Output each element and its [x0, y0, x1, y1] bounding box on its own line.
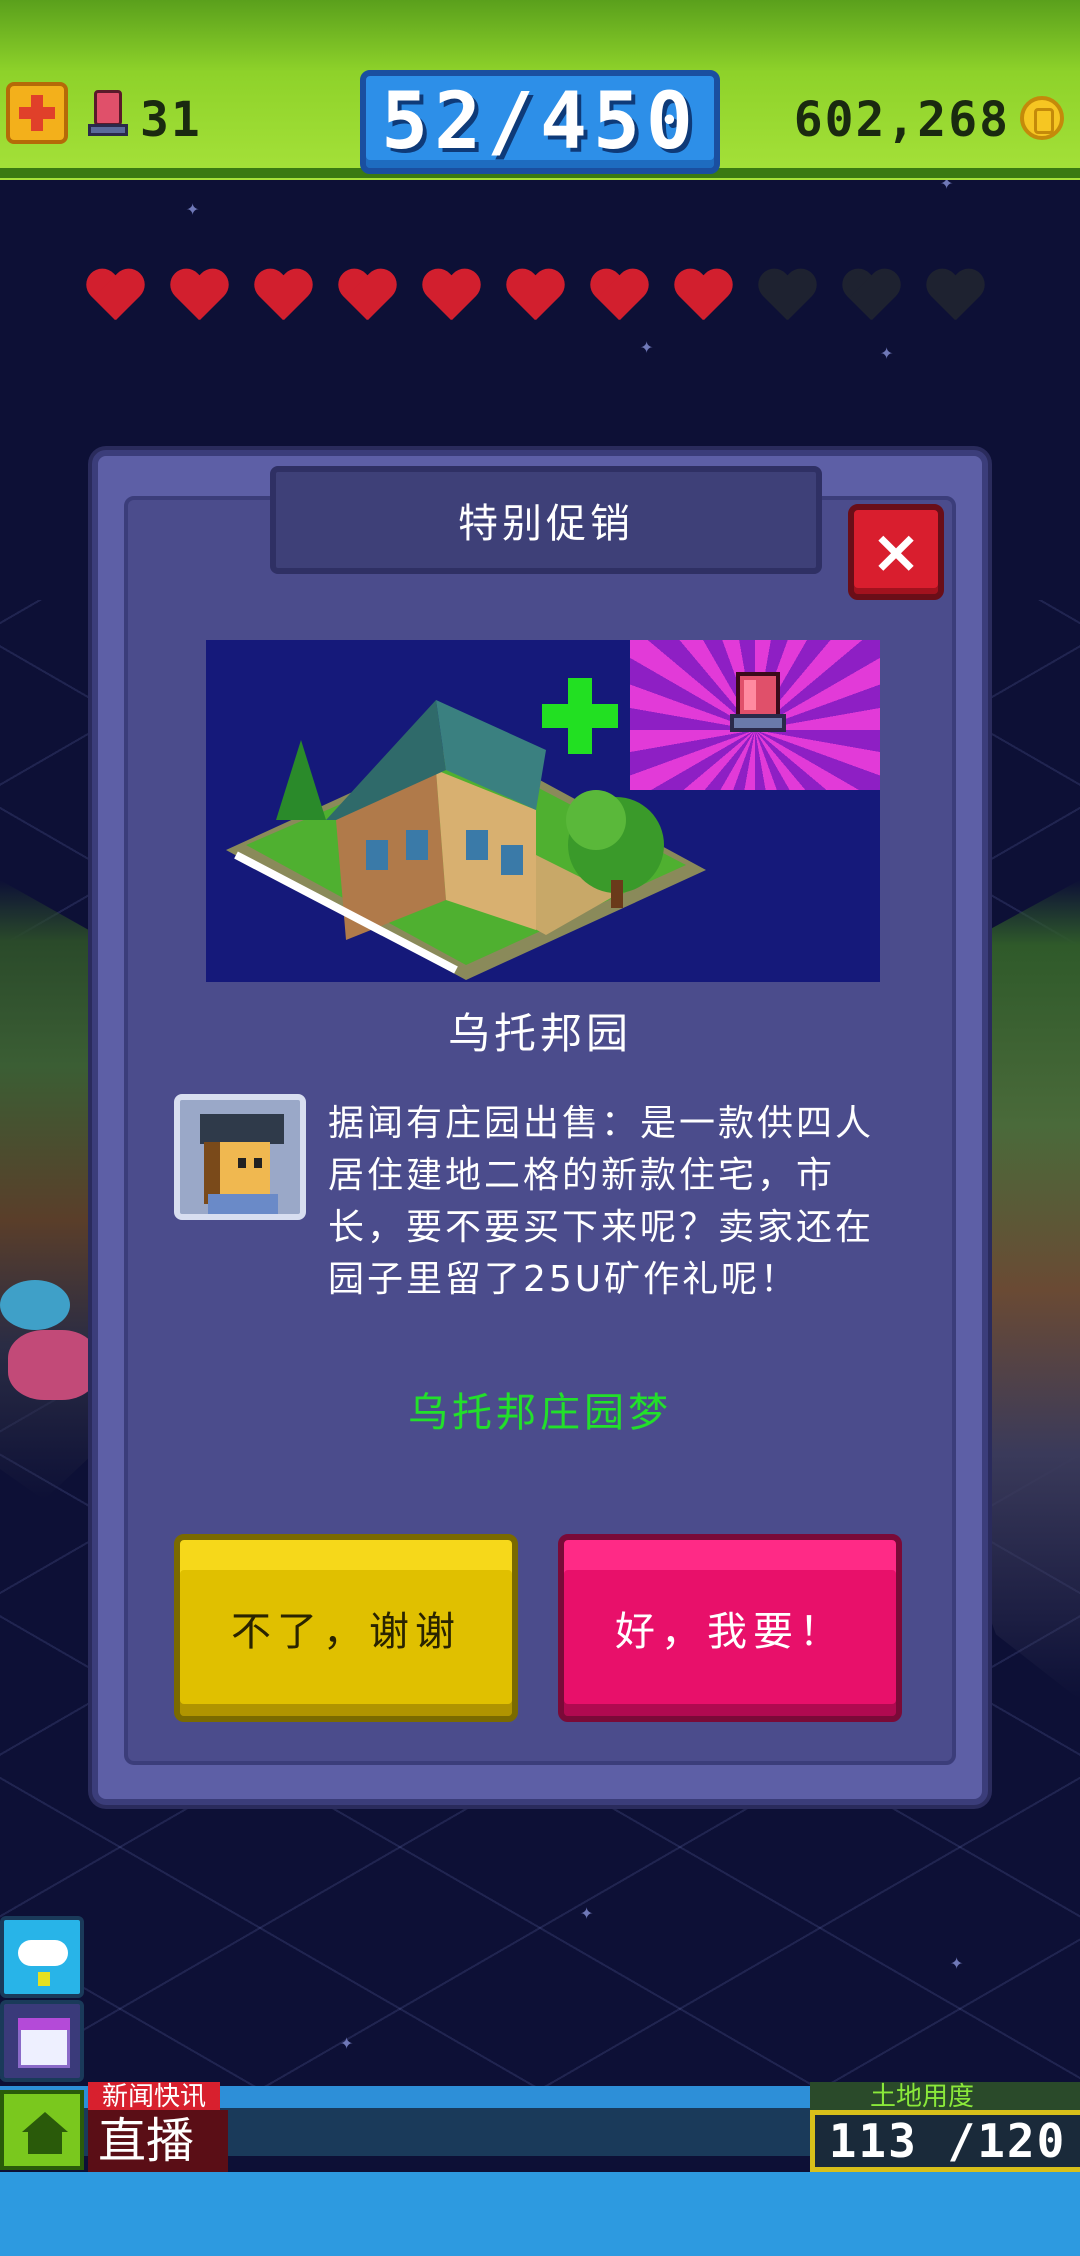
promo-image — [206, 640, 880, 982]
calendar-button[interactable] — [0, 2000, 84, 2082]
seller-avatar — [174, 1094, 306, 1220]
star-decoration: ✦ — [880, 340, 894, 365]
happiness-hearts — [84, 270, 986, 328]
coin-icon — [1020, 96, 1064, 140]
live-news-ticker[interactable]: 直播 — [88, 2110, 228, 2172]
bux-icon — [730, 672, 786, 732]
heart-icon — [588, 270, 650, 328]
star-decoration: ✦ — [580, 1900, 594, 1925]
bux-reward-image — [630, 640, 880, 790]
footer-bar — [0, 2172, 1080, 2256]
decline-button[interactable]: 不了，谢谢 — [174, 1534, 518, 1722]
home-icon — [22, 2112, 68, 2154]
close-button[interactable]: × — [848, 504, 944, 600]
heart-icon — [672, 270, 734, 328]
heart-icon — [168, 270, 230, 328]
heart-icon — [252, 270, 314, 328]
plus-icon — [19, 95, 55, 131]
heart-icon — [840, 270, 902, 328]
item-name: 乌托邦园 — [447, 1009, 632, 1058]
star-decoration: ✦ — [340, 2030, 354, 2055]
cloud-icon — [18, 1940, 68, 1966]
population-counter[interactable]: 52/450 — [360, 70, 720, 174]
bux-icon — [88, 90, 128, 140]
offer-name: 乌托邦庄园梦 — [408, 1390, 672, 1436]
star-decoration: ✦ — [950, 1950, 964, 1975]
pool-decoration — [0, 1280, 70, 1330]
heart-icon — [504, 270, 566, 328]
dialog-title: 特别促销 — [458, 501, 634, 547]
offer-description: 据闻有庄园出售：是一款供四人居住建地二格的新款住宅，市长，要不要买下来呢？卖家还… — [328, 1103, 875, 1300]
buy-currency-button[interactable] — [6, 82, 68, 144]
population-text: 52/450 — [381, 77, 699, 167]
close-icon: × — [870, 517, 922, 587]
heart-icon — [756, 270, 818, 328]
heart-icon — [924, 270, 986, 328]
calendar-icon — [18, 2018, 70, 2068]
tree-decoration — [8, 1330, 98, 1400]
special-offer-dialog: 特别促销 × 乌托邦园 据闻有庄园出售：是一款供四人居住建地二格的新款住宅，市长… — [92, 450, 988, 1805]
star-decoration: ✦ — [186, 196, 200, 221]
cloud-sync-button[interactable] — [0, 1916, 84, 1998]
arrow-up-icon — [38, 1972, 50, 1986]
news-flash-label: 新闻快讯 — [88, 2082, 221, 2112]
dialog-title-tab: 特别促销 — [270, 466, 822, 574]
land-usage-counter[interactable]: 113 /120 — [810, 2110, 1080, 2172]
heart-icon — [84, 270, 146, 328]
accept-button[interactable]: 好，我要！ — [558, 1534, 902, 1722]
land-usage-label: 土地用度 — [810, 2082, 1080, 2112]
home-button[interactable] — [0, 2090, 84, 2170]
heart-icon — [420, 270, 482, 328]
accept-label: 好，我要！ — [615, 1609, 845, 1655]
bux-count: 31 — [140, 92, 202, 148]
decline-label: 不了，谢谢 — [231, 1609, 461, 1655]
star-decoration: ✦ — [640, 334, 654, 359]
plus-icon — [542, 678, 618, 754]
heart-icon — [336, 270, 398, 328]
top-status-bar: 31 52/450 602,268 — [0, 0, 1080, 180]
coin-count: 602,268 — [793, 92, 1010, 148]
